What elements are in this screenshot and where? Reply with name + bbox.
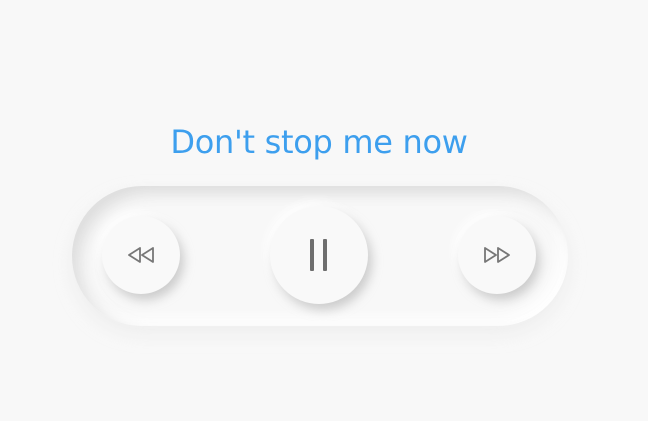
fast-forward-button[interactable] [458, 216, 536, 294]
rewind-button[interactable] [102, 216, 180, 294]
player-controls-bar [72, 186, 568, 326]
pause-icon [308, 237, 330, 273]
fast-forward-icon [481, 245, 513, 265]
music-player-screen: Don't stop me now [0, 0, 648, 421]
song-title: Don't stop me now [170, 123, 468, 161]
rewind-icon [125, 245, 157, 265]
pause-button[interactable] [270, 206, 368, 304]
